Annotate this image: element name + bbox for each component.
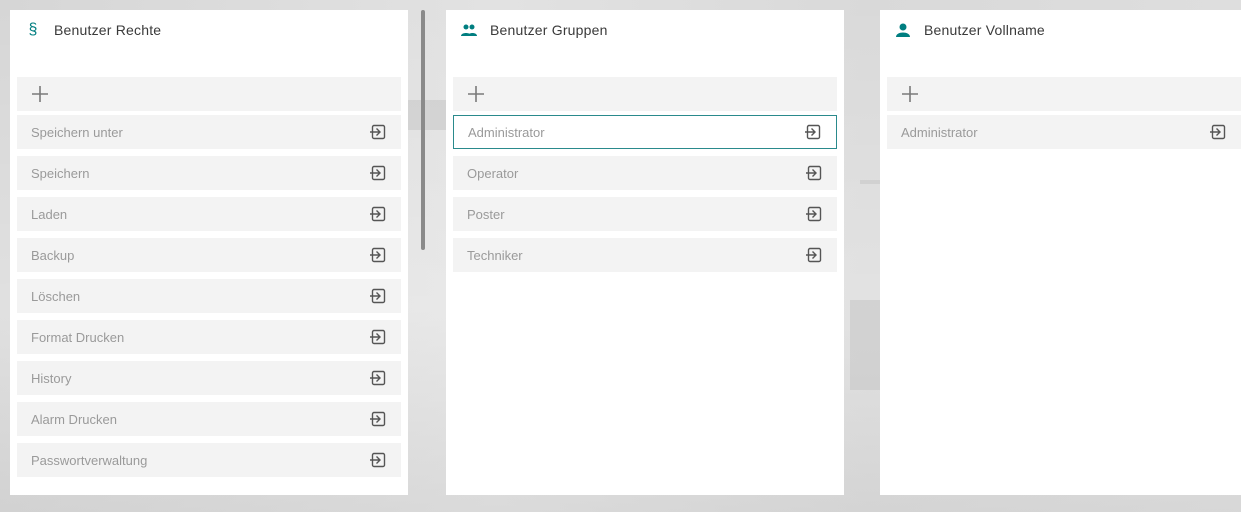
list-item-label: Administrator [901, 124, 978, 140]
list-item-label: Passwortverwaltung [31, 452, 148, 468]
login-arrow-icon[interactable] [805, 164, 823, 182]
list-item-label: Poster [467, 206, 505, 222]
login-arrow-icon[interactable] [369, 287, 387, 305]
login-arrow-icon[interactable] [804, 123, 822, 141]
login-arrow-icon[interactable] [369, 123, 387, 141]
login-arrow-icon[interactable] [369, 410, 387, 428]
list-item-label: Alarm Drucken [31, 411, 117, 427]
panel-header: Benutzer Gruppen [446, 10, 844, 50]
login-arrow-icon[interactable] [805, 205, 823, 223]
panel-benutzer-gruppen: Benutzer Gruppen Administrator Operator Po… [446, 10, 844, 495]
add-button[interactable] [887, 77, 1241, 111]
list-item-label: Operator [467, 165, 519, 181]
list-item-label: Speichern [31, 165, 90, 181]
list-item-label: Laden [31, 206, 68, 222]
user-group-icon [458, 21, 480, 39]
login-arrow-icon[interactable] [1209, 123, 1227, 141]
list-item-label: Backup [31, 247, 75, 263]
list-item[interactable]: Operator [453, 156, 837, 190]
login-arrow-icon[interactable] [369, 369, 387, 387]
list-item-label: Techniker [467, 247, 523, 263]
panel-header: § Benutzer Rechte [10, 10, 408, 50]
list-item[interactable]: Speichern unter [17, 115, 401, 149]
panel-title: Benutzer Gruppen [490, 22, 608, 38]
list-item[interactable]: Backup [17, 238, 401, 272]
list-item[interactable]: Laden [17, 197, 401, 231]
list-item-label: Löschen [31, 288, 81, 304]
scrollbar[interactable] [421, 10, 425, 250]
plus-icon [468, 86, 484, 102]
login-arrow-icon[interactable] [369, 164, 387, 182]
list-item[interactable]: Poster [453, 197, 837, 231]
user-icon [892, 21, 914, 39]
list-item[interactable]: Speichern [17, 156, 401, 190]
login-arrow-icon[interactable] [369, 205, 387, 223]
add-button[interactable] [17, 77, 401, 111]
rights-list: Speichern unter Speichern Laden Backup Lösch… [17, 115, 401, 477]
list-item[interactable]: Format Drucken [17, 320, 401, 354]
list-item-label: Speichern unter [31, 124, 123, 140]
list-item[interactable]: Löschen [17, 279, 401, 313]
list-item[interactable]: Passwortverwaltung [17, 443, 401, 477]
list-item[interactable]: Techniker [453, 238, 837, 272]
login-arrow-icon[interactable] [805, 246, 823, 264]
list-item-label: History [31, 370, 72, 386]
list-item-label: Administrator [468, 124, 545, 140]
panel-benutzer-rechte: § Benutzer Rechte Speichern unter Speiche… [10, 10, 408, 495]
panel-title: Benutzer Vollname [924, 22, 1045, 38]
panel-title: Benutzer Rechte [54, 22, 162, 38]
panel-header: Benutzer Vollname [880, 10, 1241, 50]
fullname-list: Administrator [887, 115, 1241, 149]
plus-icon [902, 86, 918, 102]
list-item[interactable]: History [17, 361, 401, 395]
list-item[interactable]: Alarm Drucken [17, 402, 401, 436]
groups-list: Administrator Operator Poster Techniker [453, 115, 837, 272]
section-sign-icon: § [28, 21, 38, 38]
list-item[interactable]: Administrator [453, 115, 837, 149]
panel-benutzer-vollname: Benutzer Vollname Administrator [880, 10, 1241, 495]
login-arrow-icon[interactable] [369, 246, 387, 264]
plus-icon [32, 86, 48, 102]
add-button[interactable] [453, 77, 837, 111]
login-arrow-icon[interactable] [369, 451, 387, 469]
list-item-label: Format Drucken [31, 329, 125, 345]
list-item[interactable]: Administrator [887, 115, 1241, 149]
login-arrow-icon[interactable] [369, 328, 387, 346]
